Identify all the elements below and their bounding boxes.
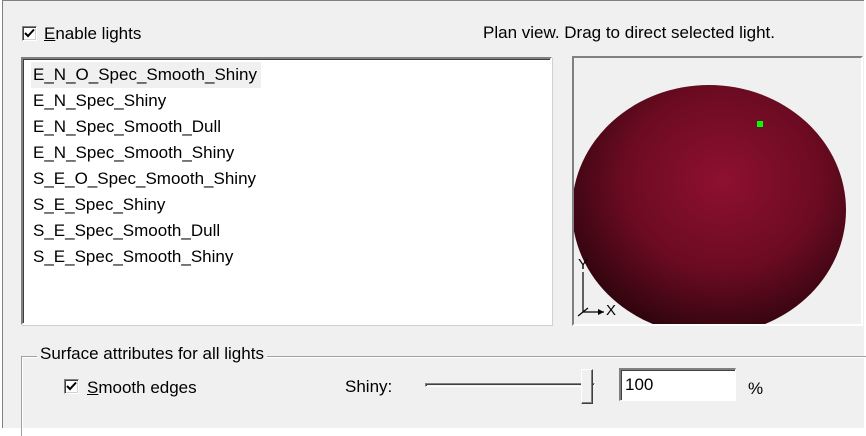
light-preset-list[interactable]: E_N_O_Spec_Smooth_Shiny E_N_Spec_Shiny E_N…	[21, 57, 552, 325]
list-item[interactable]: S_E_Spec_Shiny	[31, 192, 169, 218]
percent-label: %	[748, 379, 764, 398]
x-axis-label: X	[606, 302, 617, 319]
enable-lights-label[interactable]: Enable lights	[44, 24, 141, 44]
shiny-label: Shiny:	[345, 377, 393, 396]
shiny-slider-track[interactable]	[425, 383, 595, 387]
list-item[interactable]: E_N_Spec_Smooth_Dull	[31, 114, 225, 140]
list-item[interactable]: E_N_Spec_Smooth_Shiny	[31, 140, 238, 166]
enable-lights-checkbox[interactable]	[22, 26, 37, 41]
y-axis-label: Y	[578, 256, 589, 273]
shiny-slider-thumb[interactable]	[581, 369, 593, 404]
list-item[interactable]: S_E_O_Spec_Smooth_Shiny	[31, 166, 260, 192]
checkmark-icon	[66, 381, 77, 391]
checkmark-icon	[24, 28, 35, 38]
shiny-value-input[interactable]	[619, 368, 736, 401]
list-item[interactable]: E_N_O_Spec_Smooth_Shiny	[31, 62, 261, 88]
list-item[interactable]: S_E_Spec_Smooth_Shiny	[31, 244, 237, 270]
list-item[interactable]: E_N_Spec_Shiny	[31, 88, 170, 114]
light-direction-marker[interactable]	[757, 121, 763, 127]
plan-view-preview[interactable]: Y X	[572, 56, 863, 335]
surface-attributes-title: Surface attributes for all lights	[37, 344, 267, 364]
smooth-edges-label[interactable]: Smooth edges	[87, 378, 197, 398]
smooth-edges-checkbox[interactable]	[64, 379, 79, 394]
list-item[interactable]: S_E_Spec_Smooth_Dull	[31, 218, 224, 244]
plan-view-hint: Plan view. Drag to direct selected light…	[483, 23, 775, 42]
